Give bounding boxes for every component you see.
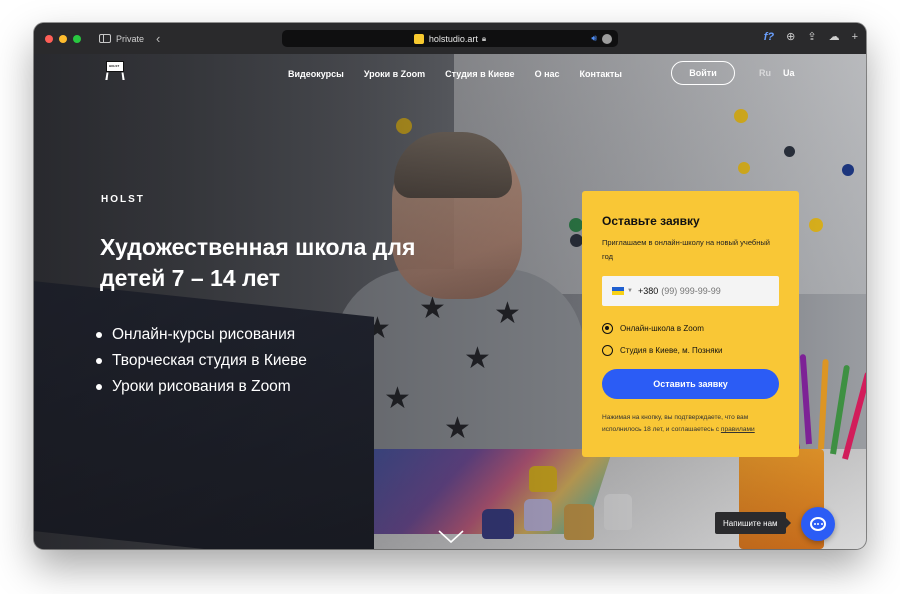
- form-subtitle: Приглашаем в онлайн-школу на новый учебн…: [602, 238, 770, 261]
- hero-brand: HOLST: [101, 194, 145, 205]
- back-arrow-icon[interactable]: ‹: [156, 32, 160, 45]
- new-tab-icon[interactable]: +: [852, 31, 858, 43]
- audio-speaker-icon[interactable]: 🔊︎: [591, 33, 597, 44]
- language-switcher: Ru Ua: [759, 68, 795, 78]
- sidebar-toggle-icon[interactable]: [99, 34, 111, 43]
- chat-bubble-icon: [810, 517, 826, 531]
- window-controls: [45, 34, 81, 43]
- nav-link-contacts[interactable]: Контакты: [580, 69, 622, 79]
- option-zoom-school[interactable]: Онлайн-школа в Zoom: [602, 323, 704, 334]
- nav-link-video-courses[interactable]: Видеокурсы: [288, 69, 344, 79]
- chat-tooltip: Напишите нам: [715, 512, 791, 534]
- chevron-down-icon[interactable]: ▼: [627, 288, 633, 294]
- zoom-window-button[interactable]: [73, 34, 81, 43]
- icloud-tabs-icon[interactable]: ☁: [829, 30, 840, 43]
- phone-input[interactable]: [661, 286, 762, 296]
- extension-icon[interactable]: f?: [764, 31, 774, 43]
- downloads-icon[interactable]: ⊕: [786, 30, 795, 43]
- submit-request-button[interactable]: Оставить заявку: [602, 369, 779, 399]
- page-menu-icon[interactable]: [602, 33, 612, 44]
- radio-kyiv-studio[interactable]: [602, 345, 613, 356]
- nav-link-zoom-lessons[interactable]: Уроки в Zoom: [364, 69, 425, 79]
- main-nav: Видеокурсы Уроки в Zoom Студия в Киеве О…: [288, 69, 622, 79]
- private-mode-label: Private: [116, 33, 145, 44]
- web-page: ★ ★ ★ ★ ★ ★ HOL: [34, 54, 866, 549]
- address-bar[interactable]: holstudio.art 🔒︎ 🔊︎: [282, 30, 618, 47]
- ukraine-flag-icon[interactable]: [612, 287, 624, 295]
- site-favicon-icon: [413, 33, 424, 44]
- share-icon[interactable]: ⇪: [807, 30, 816, 43]
- language-ru[interactable]: Ru: [759, 68, 771, 78]
- browser-window: Private ‹ holstudio.art 🔒︎ 🔊︎ f? ⊕ ⇪ ☁ +: [34, 23, 866, 549]
- phone-prefix: +380: [637, 286, 659, 296]
- logo-text: HOLST: [109, 64, 120, 68]
- request-form: Оставьте заявку Приглашаем в онлайн-школ…: [582, 191, 799, 457]
- site-logo[interactable]: HOLST: [105, 61, 125, 81]
- feature-item: Уроки рисования в Zoom: [96, 374, 307, 400]
- language-ua[interactable]: Ua: [783, 68, 795, 78]
- consent-note: Нажимая на кнопку, вы подтверждаете, что…: [602, 412, 782, 436]
- form-title: Оставьте заявку: [602, 214, 700, 228]
- nav-link-kyiv-studio[interactable]: Студия в Киеве: [445, 69, 514, 79]
- toolbar-actions: f? ⊕ ⇪ ☁ +: [764, 30, 858, 44]
- feature-item: Творческая студия в Киеве: [96, 348, 307, 374]
- phone-field[interactable]: ▼ +380: [602, 276, 779, 306]
- login-button[interactable]: Войти: [671, 61, 735, 85]
- option-kyiv-studio[interactable]: Студия в Киеве, м. Позняки: [602, 345, 723, 356]
- option-label: Студия в Киеве, м. Позняки: [620, 346, 723, 355]
- feature-list: Онлайн-курсы рисования Творческая студия…: [96, 322, 307, 400]
- hero-title: Художественная школа для детей 7 – 14 ле…: [100, 234, 416, 291]
- address-bar-url: holstudio.art: [428, 33, 478, 44]
- close-window-button[interactable]: [45, 34, 53, 43]
- feature-item: Онлайн-курсы рисования: [96, 322, 307, 348]
- radio-zoom-school[interactable]: [602, 323, 613, 334]
- minimize-window-button[interactable]: [59, 34, 67, 43]
- chat-button[interactable]: [801, 507, 835, 541]
- nav-link-about[interactable]: О нас: [535, 69, 560, 79]
- scroll-down-chevron-icon[interactable]: [438, 530, 464, 544]
- option-label: Онлайн-школа в Zoom: [620, 324, 704, 333]
- rules-link[interactable]: правилами: [721, 426, 755, 433]
- browser-toolbar: Private ‹ holstudio.art 🔒︎ 🔊︎ f? ⊕ ⇪ ☁ +: [34, 23, 866, 54]
- lock-icon: 🔒︎: [481, 33, 487, 43]
